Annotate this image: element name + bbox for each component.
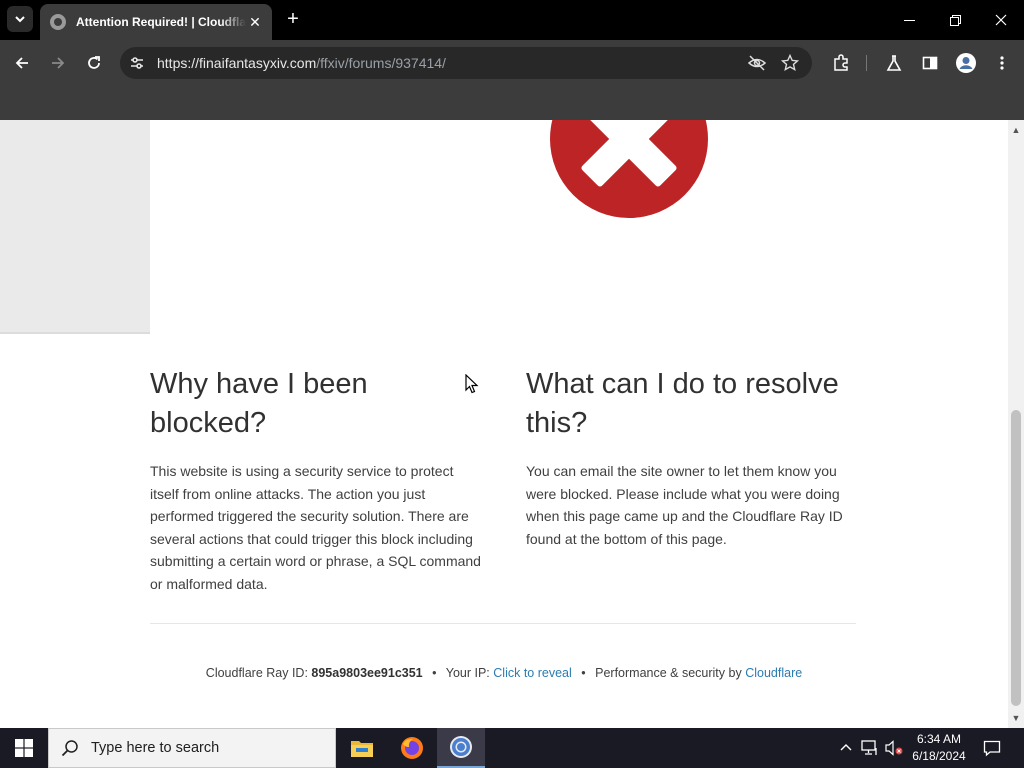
minimize-icon	[903, 19, 915, 21]
tab-strip: Attention Required! | Cloudflare ✕ +	[0, 0, 1024, 40]
chevron-down-icon	[15, 16, 25, 23]
start-button[interactable]	[0, 728, 48, 768]
scroll-thumb[interactable]	[1011, 410, 1021, 706]
labs-icon	[886, 55, 902, 71]
back-button[interactable]	[10, 51, 34, 75]
ray-id-value: 895a9803ee91c351	[311, 666, 423, 680]
footer-bullet: •	[581, 666, 586, 680]
tab-close-button[interactable]: ✕	[246, 14, 264, 31]
notifications-icon	[983, 740, 1001, 757]
browser-toolbar: https://finaifantasyxiv.com/ffxiv/forums…	[0, 40, 1024, 86]
cloudflare-link[interactable]: Cloudflare	[745, 666, 802, 680]
why-blocked-heading: Why have I been blocked?	[150, 368, 368, 439]
system-clock[interactable]: 6:34 AM 6/18/2024	[904, 731, 974, 765]
profile-icon	[956, 53, 976, 73]
minimize-button[interactable]	[886, 0, 932, 40]
clock-date: 6/18/2024	[912, 749, 966, 763]
firefox-icon	[401, 737, 423, 759]
network-icon	[861, 740, 877, 755]
extensions-button[interactable]	[829, 51, 853, 75]
windows-start-icon	[15, 739, 33, 757]
star-icon[interactable]	[781, 54, 799, 72]
resolve-heading: What can I do to resolve this?	[526, 368, 839, 439]
restore-icon	[949, 14, 961, 26]
page-viewport: Why have I been blocked? This website is…	[0, 120, 1008, 728]
ray-id-label: Cloudflare Ray ID:	[205, 666, 308, 680]
close-window-button[interactable]	[978, 0, 1024, 40]
url-host: https://finaifantasyxiv.com	[157, 55, 317, 71]
forward-button[interactable]	[46, 51, 70, 75]
chrome-icon	[450, 736, 472, 758]
firefox-button[interactable]	[388, 728, 436, 768]
volume-muted-icon	[885, 740, 903, 756]
reveal-ip-button[interactable]: Click to reveal	[493, 666, 572, 680]
forward-icon	[52, 57, 65, 69]
footer-divider	[150, 623, 856, 624]
menu-button[interactable]	[990, 51, 1014, 75]
file-explorer-icon	[351, 741, 373, 757]
volume-button[interactable]	[884, 738, 904, 758]
performance-label: Performance & security by	[595, 666, 742, 680]
resolve-section: What can I do to resolve this? You can e…	[526, 365, 858, 550]
new-tab-button[interactable]: +	[282, 8, 304, 30]
menu-icon	[1000, 56, 1004, 70]
side-panel-button[interactable]	[918, 51, 942, 75]
why-blocked-text: This website is using a security service…	[150, 463, 481, 592]
taskbar-search-box[interactable]: Type here to search	[48, 728, 336, 768]
network-button[interactable]	[860, 738, 880, 758]
notifications-button[interactable]	[982, 738, 1002, 758]
tab-search-button[interactable]	[7, 6, 33, 32]
show-hidden-icons-button[interactable]	[836, 738, 856, 758]
tab-active[interactable]: Attention Required! | Cloudflare ✕	[40, 4, 272, 40]
scroll-up-button[interactable]: ▲	[1008, 122, 1024, 138]
reload-icon	[88, 56, 100, 69]
screenshot-placeholder	[0, 120, 150, 334]
back-icon	[15, 57, 28, 69]
chrome-taskbar-button[interactable]	[437, 728, 485, 768]
bookmark-bar	[0, 86, 1024, 120]
labs-button[interactable]	[882, 51, 906, 75]
profile-button[interactable]	[954, 51, 978, 75]
restore-button[interactable]	[932, 0, 978, 40]
reload-button[interactable]	[82, 51, 106, 75]
chevron-up-icon	[840, 744, 852, 751]
your-ip-label: Your IP:	[445, 666, 490, 680]
site-info-icon[interactable]	[128, 54, 146, 72]
address-bar[interactable]: https://finaifantasyxiv.com/ffxiv/forums…	[120, 47, 812, 79]
url-path: /ffxiv/forums/937414/	[316, 55, 446, 71]
cloudflare-footer: Cloudflare Ray ID: 895a9803ee91c351 • Yo…	[0, 666, 1008, 680]
mouse-cursor-icon	[465, 374, 479, 394]
clock-time: 6:34 AM	[916, 732, 962, 746]
placeholder-border	[0, 332, 150, 334]
taskbar-search-placeholder: Type here to search	[91, 740, 220, 756]
toolbar-divider	[866, 55, 867, 71]
eye-off-icon[interactable]	[748, 54, 766, 72]
scroll-down-button[interactable]: ▼	[1008, 710, 1024, 726]
footer-bullet: •	[432, 666, 437, 680]
search-icon	[61, 740, 78, 757]
file-explorer-button[interactable]	[338, 728, 386, 768]
close-icon	[995, 14, 1007, 26]
why-blocked-section: Why have I been blocked? This website is…	[150, 365, 482, 595]
extensions-icon	[834, 54, 848, 71]
url-text: https://finaifantasyxiv.com/ffxiv/forums…	[157, 55, 446, 71]
side-panel-icon	[922, 56, 938, 70]
windows-taskbar: Type here to search 6:34 AM 6/18/2024	[0, 728, 1024, 768]
page-scrollbar[interactable]: ▲ ▼	[1008, 120, 1024, 728]
resolve-text: You can email the site owner to let them…	[526, 463, 843, 547]
error-x-icon	[550, 120, 708, 218]
favicon-icon	[50, 14, 66, 30]
tab-title: Attention Required! | Cloudflare	[76, 15, 246, 29]
